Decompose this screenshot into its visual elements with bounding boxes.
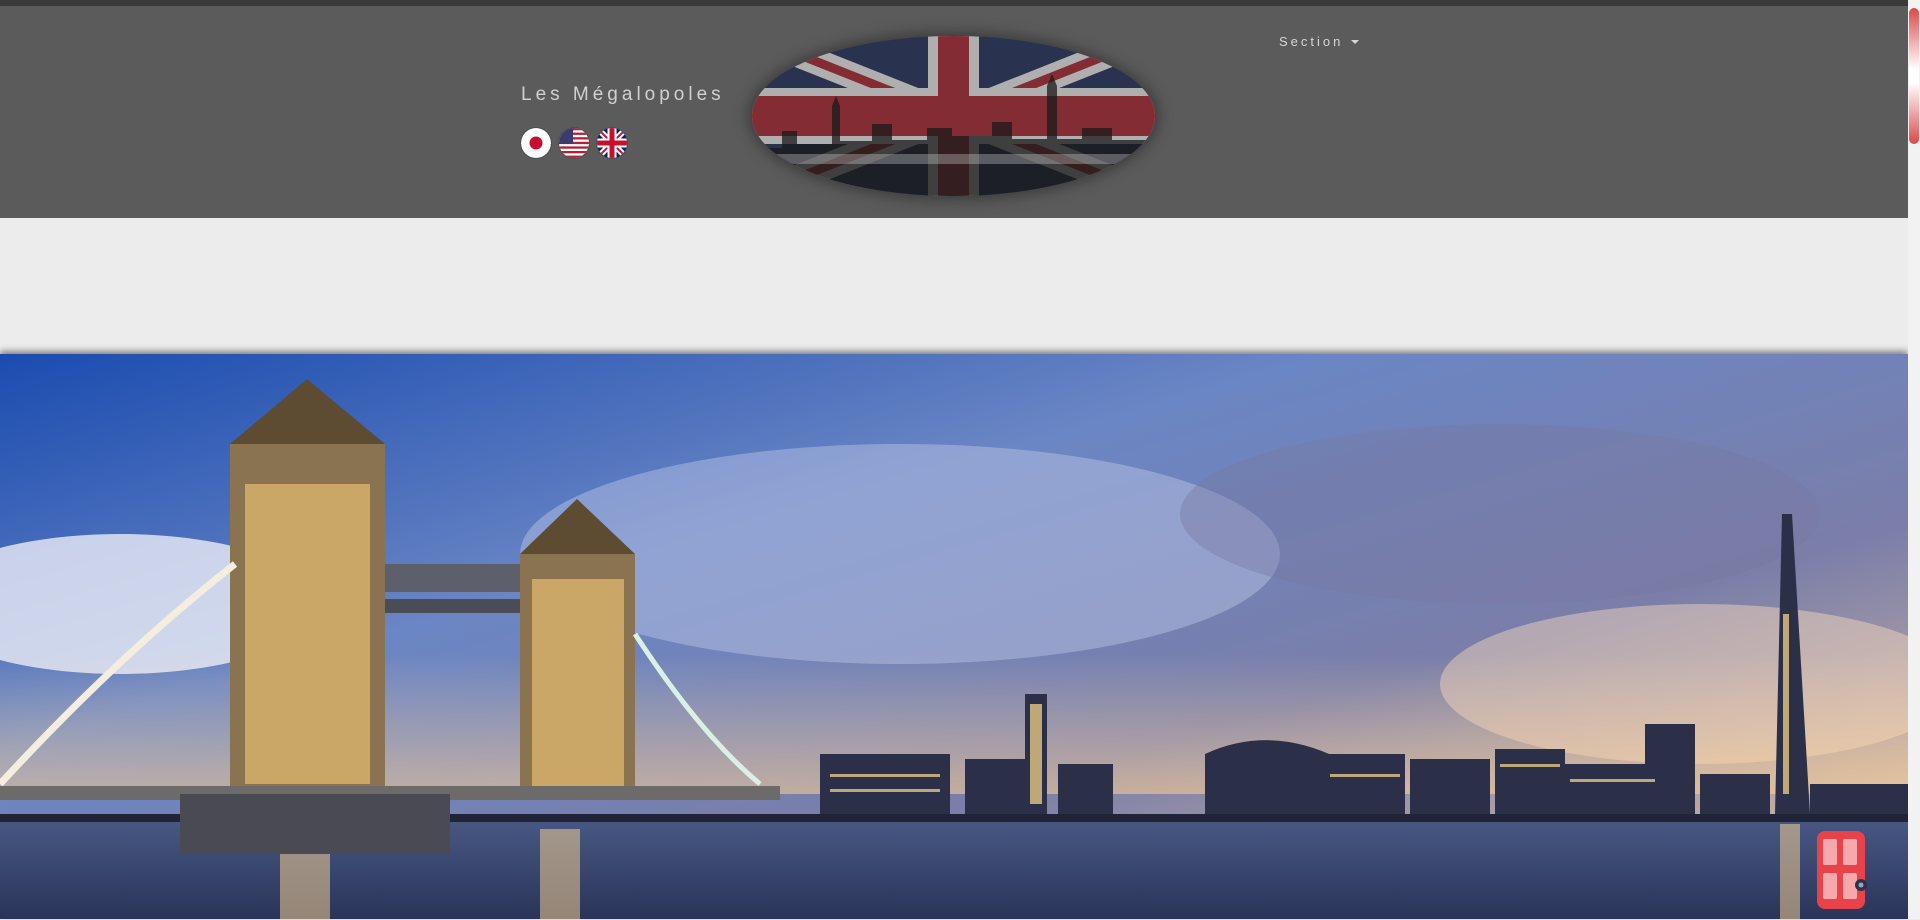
site-brand[interactable]: Les Mégalopoles bbox=[521, 84, 725, 106]
chevron-down-icon bbox=[1351, 39, 1360, 44]
london-skyline-hero-image bbox=[0, 354, 1908, 919]
usa-flag-icon[interactable] bbox=[559, 128, 589, 158]
japan-flag-icon[interactable] bbox=[521, 128, 551, 158]
site-header: Les Mégalopoles Section bbox=[0, 6, 1908, 218]
scrollbar-thumb[interactable] bbox=[1909, 8, 1919, 144]
scrollbar[interactable] bbox=[1908, 0, 1920, 919]
red-bus-icon[interactable] bbox=[1813, 829, 1871, 915]
language-flags bbox=[521, 128, 627, 158]
union-jack-skyline-logo[interactable] bbox=[752, 36, 1155, 196]
section-dropdown[interactable]: Section bbox=[1279, 34, 1360, 49]
uk-flag-icon[interactable] bbox=[597, 128, 627, 158]
section-dropdown-label: Section bbox=[1279, 34, 1344, 49]
